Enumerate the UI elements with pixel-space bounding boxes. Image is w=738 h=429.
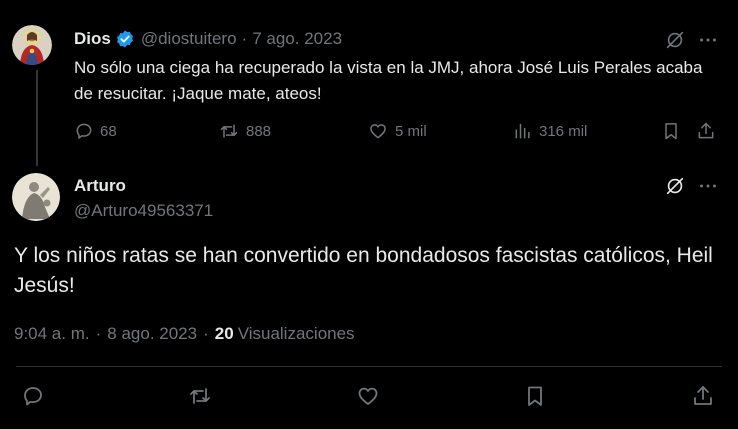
tweet-date[interactable]: 8 ago. 2023 bbox=[107, 324, 197, 344]
repost-button[interactable] bbox=[187, 384, 213, 408]
tweet-text: Y los niños ratas se han convertido en b… bbox=[14, 244, 713, 297]
statue-avatar-icon bbox=[12, 173, 60, 221]
reply-icon bbox=[24, 387, 42, 406]
reply-count: 68 bbox=[100, 122, 117, 140]
reply-icon bbox=[76, 123, 92, 139]
more-options-icon[interactable] bbox=[697, 29, 719, 51]
reply-button[interactable]: 68 bbox=[74, 121, 117, 141]
tweet-time[interactable]: 9:04 a. m. bbox=[14, 324, 90, 344]
author-name[interactable]: Arturo bbox=[74, 176, 126, 196]
separator-dot: · bbox=[241, 29, 248, 48]
avatar[interactable] bbox=[12, 173, 60, 221]
separator-dot: · bbox=[95, 324, 102, 343]
tweet-text: No sólo una ciega ha recuperado la vista… bbox=[74, 58, 703, 103]
analytics-icon bbox=[515, 123, 530, 139]
share-button[interactable] bbox=[696, 121, 716, 141]
grok-icon[interactable] bbox=[664, 29, 686, 51]
more-options-icon[interactable] bbox=[697, 175, 719, 197]
thread-line bbox=[36, 70, 38, 166]
bookmark-icon bbox=[665, 123, 677, 140]
author-handle[interactable]: @Arturo49563371 bbox=[74, 201, 213, 221]
bookmark-button[interactable] bbox=[523, 384, 547, 408]
tweet-date[interactable]: 7 ago. 2023 bbox=[252, 29, 342, 49]
share-icon bbox=[694, 386, 712, 405]
heart-icon bbox=[358, 387, 378, 405]
verified-badge-icon bbox=[115, 29, 135, 49]
grok-icon[interactable] bbox=[664, 175, 686, 197]
avatar[interactable] bbox=[12, 25, 52, 65]
repost-icon bbox=[220, 124, 238, 138]
repost-icon bbox=[190, 388, 210, 404]
heart-icon bbox=[370, 124, 386, 139]
author-name[interactable]: Dios bbox=[74, 29, 111, 49]
views-label: Visualizaciones bbox=[237, 324, 355, 343]
views-count: 316 mil bbox=[539, 122, 588, 140]
repost-button[interactable]: 888 bbox=[218, 121, 271, 141]
divider bbox=[16, 366, 722, 367]
separator-dot: · bbox=[203, 324, 209, 343]
share-button[interactable] bbox=[691, 384, 715, 408]
like-button[interactable] bbox=[355, 384, 381, 408]
bookmark-button[interactable] bbox=[661, 121, 681, 141]
like-button[interactable]: 5 mil bbox=[367, 121, 427, 141]
reply-button[interactable] bbox=[21, 384, 45, 408]
repost-count: 888 bbox=[246, 122, 272, 140]
author-handle[interactable]: @diostuitero bbox=[141, 29, 237, 49]
views-button[interactable]: 316 mil bbox=[513, 121, 587, 141]
views-count: 20 bbox=[214, 324, 234, 343]
bookmark-icon bbox=[528, 386, 542, 406]
sacred-heart-avatar-icon bbox=[12, 25, 52, 65]
share-icon bbox=[698, 122, 714, 139]
like-count: 5 mil bbox=[395, 122, 427, 140]
